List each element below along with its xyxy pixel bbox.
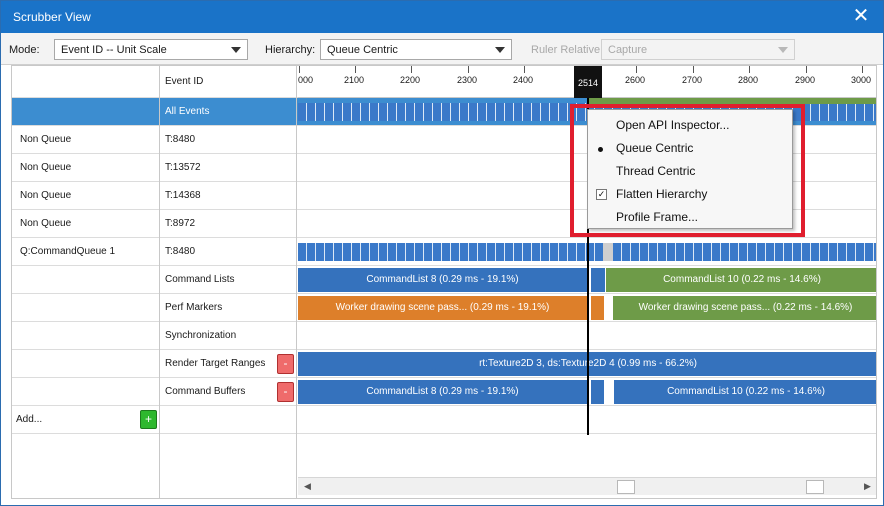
close-icon[interactable]: ✕ <box>849 5 873 29</box>
scroll-left-icon[interactable]: ◀ <box>304 481 311 492</box>
scroll-track[interactable] <box>322 480 847 494</box>
ruler-tick-label: 2700 <box>682 75 703 85</box>
ruler-tick-label: 2600 <box>625 75 646 85</box>
horizontal-scrollbar[interactable]: ◀ ▶ <box>298 477 876 495</box>
ruler-tick <box>636 66 637 73</box>
toolbar: Mode: Event ID -- Unit Scale Hierarchy: … <box>1 33 883 65</box>
command-buffer-bar[interactable]: CommandList 10 (0.22 ms - 14.6%) <box>614 380 876 404</box>
gap-marker <box>603 243 613 261</box>
perf-marker-bar[interactable]: Worker drawing scene pass... (0.29 ms - … <box>298 296 587 320</box>
annotation-highlight-box <box>570 104 805 237</box>
queue-events-track[interactable] <box>613 243 876 261</box>
command-list-bar[interactable]: CommandList 8 (0.29 ms - 19.1%) <box>298 268 587 292</box>
ruler-tick-label: 2100 <box>344 75 365 85</box>
scrubber-window: Scrubber View ✕ Mode: Event ID -- Unit S… <box>0 0 884 506</box>
chevron-down-icon <box>778 47 788 53</box>
command-list-bar[interactable]: CommandList 10 (0.22 ms - 14.6%) <box>606 268 876 292</box>
ruler-tick-label: 2200 <box>400 75 421 85</box>
window-title: Scrubber View <box>13 10 91 24</box>
ruler-tick-label: 2900 <box>795 75 816 85</box>
ruler-tick <box>749 66 750 73</box>
mode-label: Mode: <box>9 44 40 56</box>
ruler-tick-label: 2800 <box>738 75 759 85</box>
mode-select[interactable]: Event ID -- Unit Scale <box>54 39 248 60</box>
ruler-tick <box>693 66 694 73</box>
column-divider <box>160 66 297 498</box>
command-buffer-bar[interactable] <box>591 380 604 404</box>
ruler-tick <box>806 66 807 73</box>
ruler[interactable]: 000 2100 2200 2300 2400 2600 2700 2800 2… <box>298 66 876 98</box>
mode-select-value: Event ID -- Unit Scale <box>61 44 167 56</box>
hierarchy-label: Hierarchy: <box>265 44 316 56</box>
title-bar: Scrubber View ✕ <box>1 1 883 33</box>
scroll-thumb[interactable] <box>617 480 635 494</box>
command-buffer-bar[interactable]: CommandList 8 (0.29 ms - 19.1%) <box>298 380 587 404</box>
ruler-tick <box>299 66 300 73</box>
chevron-down-icon <box>231 47 241 53</box>
chevron-down-icon <box>495 47 505 53</box>
command-list-bar[interactable] <box>591 268 605 292</box>
ruler-tick <box>355 66 356 73</box>
hierarchy-select[interactable]: Queue Centric <box>320 39 512 60</box>
perf-marker-bar[interactable] <box>591 296 604 320</box>
perf-marker-bar[interactable]: Worker drawing scene pass... (0.22 ms - … <box>613 296 876 320</box>
scroll-thumb-end[interactable] <box>806 480 824 494</box>
scroll-right-icon[interactable]: ▶ <box>864 481 871 492</box>
ruler-tick-label: 000 <box>298 75 314 85</box>
ruler-relative-label: Ruler Relative: <box>531 44 604 56</box>
ruler-tick-label: 3000 <box>851 75 872 85</box>
ruler-tick <box>411 66 412 73</box>
column-divider <box>12 66 160 498</box>
ruler-tick <box>862 66 863 73</box>
ruler-tick-label: 2300 <box>457 75 478 85</box>
ruler-tick-label: 2400 <box>513 75 534 85</box>
current-event-marker[interactable]: 2514 <box>574 66 602 98</box>
ruler-tick <box>468 66 469 73</box>
hierarchy-select-value: Queue Centric <box>327 44 398 56</box>
ruler-tick <box>524 66 525 73</box>
ruler-relative-value: Capture <box>608 44 648 56</box>
queue-events-track[interactable] <box>298 243 603 261</box>
ruler-relative-select[interactable]: Capture <box>601 39 795 60</box>
